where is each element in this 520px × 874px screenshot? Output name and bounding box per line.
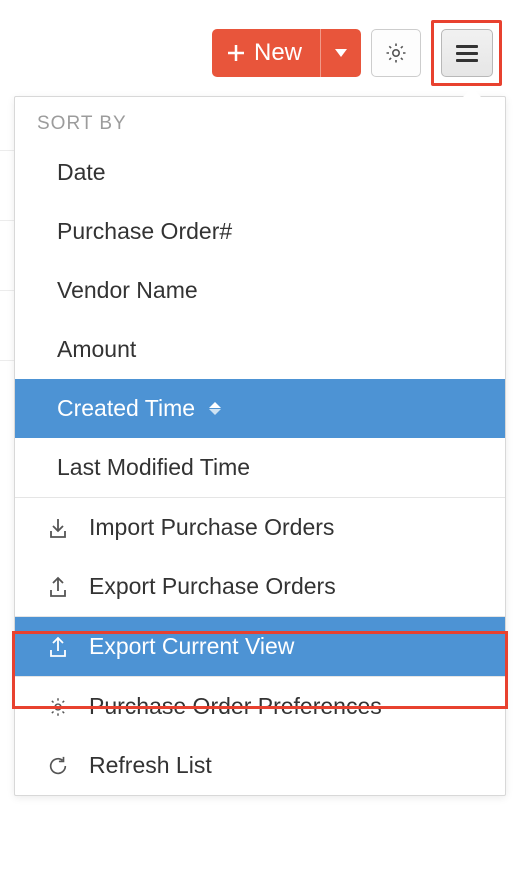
gear-icon bbox=[384, 41, 408, 65]
new-button-label: New bbox=[254, 39, 302, 67]
background-rows bbox=[0, 150, 14, 430]
plus-icon bbox=[226, 43, 246, 63]
action-label: Export Purchase Orders bbox=[89, 573, 336, 600]
action-label: Purchase Order Preferences bbox=[89, 693, 382, 720]
import-icon bbox=[48, 517, 68, 539]
export-icon bbox=[48, 576, 68, 598]
sort-by-heading: SORT BY bbox=[15, 97, 505, 143]
sort-item-label: Amount bbox=[57, 336, 136, 362]
action-label: Export Current View bbox=[89, 633, 294, 660]
sort-item-purchase-order[interactable]: Purchase Order# bbox=[15, 202, 505, 261]
action-import[interactable]: Import Purchase Orders bbox=[15, 498, 505, 557]
sort-item-label: Date bbox=[57, 159, 106, 185]
action-label: Import Purchase Orders bbox=[89, 514, 334, 541]
sort-item-label: Purchase Order# bbox=[57, 218, 232, 244]
hamburger-icon bbox=[456, 45, 478, 62]
hamburger-button[interactable] bbox=[441, 29, 493, 77]
action-list: Import Purchase Orders Export Purchase O… bbox=[15, 497, 505, 795]
caret-down-icon bbox=[335, 49, 347, 57]
sort-item-label: Vendor Name bbox=[57, 277, 198, 303]
sort-item-amount[interactable]: Amount bbox=[15, 320, 505, 379]
gear-icon bbox=[47, 696, 69, 718]
sort-item-label: Created Time bbox=[57, 395, 195, 422]
dropdown-panel: SORT BY Date Purchase Order# Vendor Name… bbox=[14, 96, 506, 796]
sort-direction-icon bbox=[209, 402, 221, 415]
sort-item-date[interactable]: Date bbox=[15, 143, 505, 202]
hamburger-callout bbox=[431, 20, 502, 86]
sort-item-last-modified[interactable]: Last Modified Time bbox=[15, 438, 505, 497]
new-button-group: New bbox=[212, 29, 361, 77]
action-label: Refresh List bbox=[89, 752, 212, 779]
sort-item-created-time[interactable]: Created Time bbox=[15, 379, 505, 438]
action-export-current-view[interactable]: Export Current View bbox=[15, 616, 505, 676]
action-export[interactable]: Export Purchase Orders bbox=[15, 557, 505, 616]
export-icon bbox=[48, 636, 68, 658]
sort-item-vendor-name[interactable]: Vendor Name bbox=[15, 261, 505, 320]
new-button-dropdown[interactable] bbox=[320, 29, 361, 77]
action-preferences[interactable]: Purchase Order Preferences bbox=[15, 676, 505, 736]
refresh-icon bbox=[47, 755, 69, 777]
toolbar: New bbox=[0, 0, 520, 96]
sort-item-label: Last Modified Time bbox=[57, 454, 250, 480]
sort-list: Date Purchase Order# Vendor Name Amount … bbox=[15, 143, 505, 497]
new-button[interactable]: New bbox=[212, 29, 320, 77]
settings-button[interactable] bbox=[371, 29, 421, 77]
action-refresh[interactable]: Refresh List bbox=[15, 736, 505, 795]
